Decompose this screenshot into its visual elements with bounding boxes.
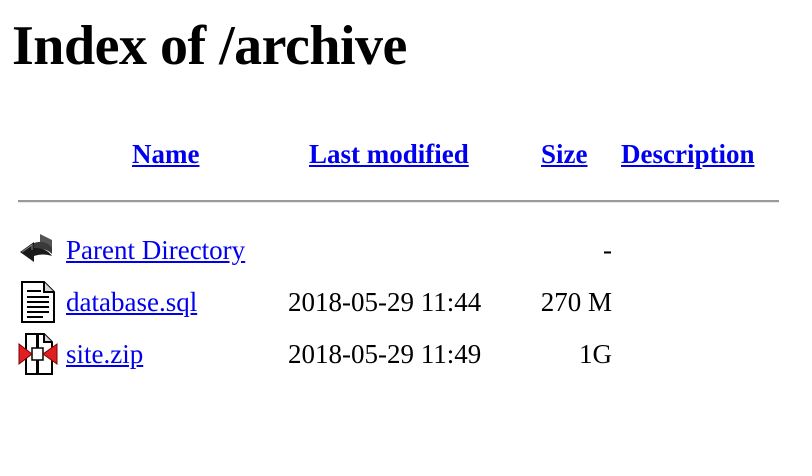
text-file-icon <box>18 280 58 323</box>
parent-directory-link[interactable]: Parent Directory <box>66 228 245 272</box>
list-item-database-sql: database.sql 2018-05-29 11:44 270 M <box>0 280 812 324</box>
last-modified-value: 2018-05-29 11:49 <box>288 339 482 369</box>
last-modified-value: 2018-05-29 11:44 <box>288 287 482 317</box>
sort-by-name-link[interactable]: Name <box>132 136 199 172</box>
sort-by-description-link[interactable]: Description <box>621 136 754 172</box>
header-divider <box>18 200 779 203</box>
size-value: 1G <box>579 339 612 369</box>
list-item-parent-directory: Parent Directory - <box>0 228 812 272</box>
compressed-file-icon <box>18 332 58 375</box>
sort-by-size-link[interactable]: Size <box>541 136 588 172</box>
file-link-database-sql[interactable]: database.sql <box>66 280 197 324</box>
size-value: - <box>603 235 612 265</box>
parent-directory-icon <box>18 230 58 270</box>
page-title: Index of /archive <box>12 15 407 77</box>
sort-by-last-modified-link[interactable]: Last modified <box>309 136 469 172</box>
size-value: 270 M <box>540 287 612 317</box>
list-item-site-zip: site.zip 2018-05-29 11:49 1G <box>0 332 812 376</box>
file-link-site-zip[interactable]: site.zip <box>66 332 143 376</box>
